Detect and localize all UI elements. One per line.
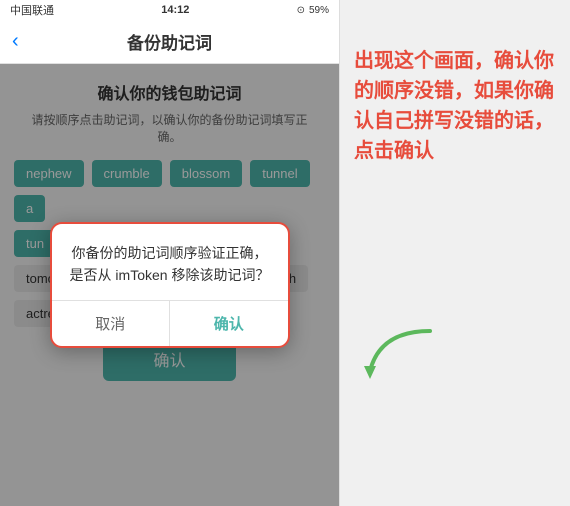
status-left: 中国联通 (10, 2, 54, 18)
arrow-icon (360, 321, 440, 381)
battery-text: 59% (309, 5, 329, 16)
status-bar: 中国联通 14:12 ⊙ 59% (0, 0, 339, 20)
carrier-text: 中国联通 (10, 2, 54, 18)
dialog-message: 你备份的助记词顺序验证正确，是否从 imToken 移除该助记词？ (68, 242, 272, 287)
dialog-confirm-button[interactable]: 确认 (170, 301, 288, 346)
status-time: 14:12 (161, 4, 189, 16)
phone-screen: 中国联通 14:12 ⊙ 59% ‹ 备份助记词 确认你的钱包助记词 请按顺序点… (0, 0, 340, 506)
battery-icon: ⊙ (297, 5, 305, 16)
dialog-cancel-button[interactable]: 取消 (52, 301, 171, 346)
back-button[interactable]: ‹ (12, 30, 19, 53)
status-right: ⊙ 59% (297, 5, 329, 16)
dialog-body: 你备份的助记词顺序验证正确，是否从 imToken 移除该助记词？ (52, 224, 288, 301)
arrow-container (360, 321, 440, 386)
nav-title: 备份助记词 (127, 29, 212, 54)
main-content: 确认你的钱包助记词 请按顺序点击助记词，以确认你的备份助记词填写正确。 neph… (0, 64, 339, 506)
dialog-overlay: 你备份的助记词顺序验证正确，是否从 imToken 移除该助记词？ 取消 确认 (0, 64, 339, 506)
nav-bar: ‹ 备份助记词 (0, 20, 339, 64)
dialog-buttons: 取消 确认 (52, 300, 288, 346)
annotation-text: 出现这个画面，确认你的顺序没错，如果你确认自己拼写没错的话，点击确认 (354, 46, 556, 166)
annotation-section: 出现这个画面，确认你的顺序没错，如果你确认自己拼写没错的话，点击确认 (340, 0, 570, 506)
dialog: 你备份的助记词顺序验证正确，是否从 imToken 移除该助记词？ 取消 确认 (50, 222, 290, 349)
